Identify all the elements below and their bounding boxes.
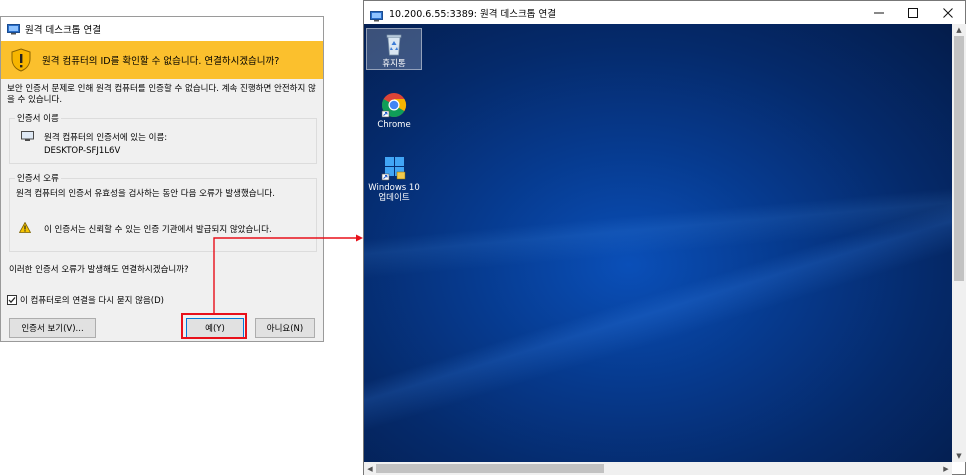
rdp-session-window: 10.200.6.55:3389: 원격 데스크톱 연결 휴지통 Chrome … <box>363 0 966 475</box>
close-icon <box>943 7 953 18</box>
minimize-icon <box>874 12 884 13</box>
security-description: 보안 인증서 문제로 인해 원격 컴퓨터를 인증할 수 없습니다. 계속 진행하… <box>7 84 316 105</box>
minimize-button[interactable] <box>861 1 897 24</box>
scroll-up-arrow-icon[interactable]: ▲ <box>952 24 966 36</box>
cert-name-value: DESKTOP-SFJ1L6V <box>44 146 121 156</box>
windows-update-icon <box>381 157 406 181</box>
warning-icon <box>18 221 32 233</box>
remote-desktop-icon <box>7 23 20 35</box>
yes-button[interactable]: 예(Y) <box>186 318 244 338</box>
cert-error-legend: 인증서 오류 <box>15 172 61 184</box>
desktop-icon-label: 휴지통 <box>382 59 406 69</box>
desktop-icon-windows-update[interactable]: Windows 10 업데이트 <box>366 155 422 203</box>
horizontal-scrollbar[interactable]: ◀ ▶ <box>364 462 952 475</box>
desktop-icon-label: Chrome <box>377 120 411 130</box>
cert-name-legend: 인증서 이름 <box>15 112 61 124</box>
rdp-certificate-dialog: 원격 데스크톱 연결 원격 컴퓨터의 ID를 확인할 수 없습니다. 연결하시겠… <box>0 16 324 342</box>
horizontal-scroll-thumb[interactable] <box>376 464 604 473</box>
maximize-button[interactable] <box>895 1 931 24</box>
chrome-icon <box>381 93 407 118</box>
vertical-scroll-thumb[interactable] <box>954 36 964 281</box>
dialog-titlebar[interactable]: 원격 데스크톱 연결 <box>1 17 323 41</box>
remote-desktop-icon <box>370 7 383 22</box>
recycle-bin-icon <box>386 34 402 56</box>
rdp-title: 10.200.6.55:3389: 원격 데스크톱 연결 <box>389 8 556 20</box>
warning-banner: 원격 컴퓨터의 ID를 확인할 수 없습니다. 연결하시겠습니까? <box>1 41 323 79</box>
scroll-left-arrow-icon[interactable]: ◀ <box>364 462 376 475</box>
scroll-down-arrow-icon[interactable]: ▼ <box>952 450 966 462</box>
dialog-title: 원격 데스크톱 연결 <box>25 25 101 36</box>
cert-name-group: 인증서 이름 원격 컴퓨터의 인증서에 있는 이름: DESKTOP-SFJ1L… <box>9 112 317 164</box>
scroll-right-arrow-icon[interactable]: ▶ <box>940 462 952 475</box>
close-button[interactable] <box>930 1 966 24</box>
cert-error-description: 원격 컴퓨터의 인증서 유효성을 검사하는 동안 다음 오류가 발생했습니다. <box>16 189 275 199</box>
cert-name-label: 원격 컴퓨터의 인증서에 있는 이름: <box>44 133 168 143</box>
checkmark-icon <box>8 297 16 304</box>
desktop-icon-label: Windows 10 업데이트 <box>368 183 420 203</box>
maximize-icon <box>908 7 918 18</box>
connect-question: 이러한 인증서 오류가 발생해도 연결하시겠습니까? <box>9 265 189 275</box>
vertical-scrollbar[interactable]: ▲ ▼ <box>952 24 966 462</box>
dont-ask-again-row[interactable]: 이 컴퓨터로의 연결을 다시 묻지 않음(D) <box>7 294 164 306</box>
dont-ask-again-label: 이 컴퓨터로의 연결을 다시 묻지 않음(D) <box>20 296 164 306</box>
cert-error-group: 인증서 오류 원격 컴퓨터의 인증서 유효성을 검사하는 동안 다음 오류가 발… <box>9 172 317 252</box>
view-certificate-button[interactable]: 인증서 보기(V)... <box>9 318 96 338</box>
computer-icon <box>21 131 34 142</box>
desktop-icon-chrome[interactable]: Chrome <box>366 92 422 130</box>
banner-text: 원격 컴퓨터의 ID를 확인할 수 없습니다. 연결하시겠습니까? <box>42 56 280 67</box>
remote-desktop-area[interactable]: 휴지통 Chrome Windows 10 업데이트 <box>364 24 952 462</box>
desktop-icon-recycle-bin[interactable]: 휴지통 <box>366 28 422 70</box>
security-shield-icon <box>11 48 31 72</box>
dont-ask-again-checkbox[interactable] <box>7 295 17 305</box>
no-button[interactable]: 아니요(N) <box>255 318 315 338</box>
cert-error-text: 이 인증서는 신뢰할 수 있는 인증 기관에서 발급되지 않았습니다. <box>44 225 272 235</box>
